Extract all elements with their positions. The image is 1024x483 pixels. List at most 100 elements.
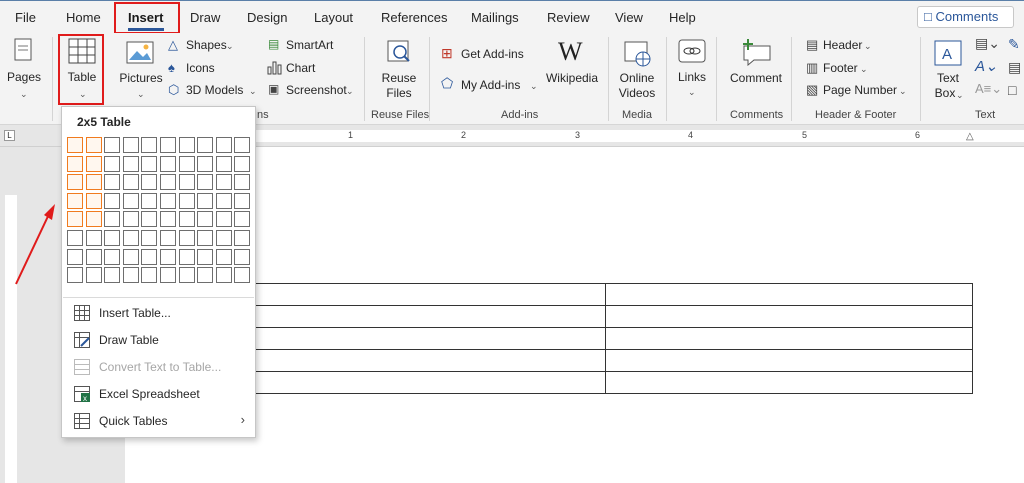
- grid-cell[interactable]: [178, 211, 195, 228]
- grid-cell[interactable]: [215, 174, 232, 191]
- grid-cell[interactable]: [104, 137, 121, 153]
- wordart-icon[interactable]: A⌄: [975, 57, 998, 75]
- grid-cell[interactable]: [215, 230, 232, 246]
- grid-cell[interactable]: [234, 192, 251, 209]
- grid-cell[interactable]: [141, 248, 158, 265]
- comments-button[interactable]: □ Comments: [917, 6, 1014, 28]
- grid-cell[interactable]: [67, 174, 83, 191]
- grid-cell[interactable]: [178, 192, 195, 209]
- table-cell[interactable]: [605, 371, 973, 394]
- right-indent-marker[interactable]: △: [966, 131, 974, 142]
- grid-cell[interactable]: [234, 155, 251, 172]
- grid-cell[interactable]: [141, 155, 158, 172]
- grid-cell[interactable]: [67, 211, 83, 228]
- grid-cell[interactable]: [197, 174, 214, 191]
- table-cell[interactable]: [605, 327, 973, 350]
- grid-cell[interactable]: [178, 174, 195, 191]
- grid-cell[interactable]: [85, 267, 102, 284]
- grid-cell[interactable]: [234, 137, 251, 153]
- grid-cell[interactable]: [122, 211, 139, 228]
- date-time-icon[interactable]: ▤: [1008, 59, 1021, 76]
- quick-parts-icon[interactable]: ▤⌄: [975, 35, 1000, 52]
- grid-cell[interactable]: [85, 230, 102, 246]
- grid-cell[interactable]: [160, 230, 176, 246]
- grid-cell[interactable]: [197, 155, 214, 172]
- tab-draw[interactable]: Draw: [190, 10, 220, 25]
- grid-cell[interactable]: [104, 248, 121, 265]
- grid-cell[interactable]: [178, 230, 195, 246]
- tab-selector[interactable]: L: [4, 130, 15, 141]
- grid-cell[interactable]: [215, 137, 232, 153]
- grid-cell[interactable]: [215, 248, 232, 265]
- grid-cell[interactable]: [160, 137, 176, 153]
- grid-cell[interactable]: [160, 192, 176, 209]
- grid-cell[interactable]: [234, 211, 251, 228]
- drop-cap-icon[interactable]: A≡⌄: [975, 81, 1002, 97]
- quick-tables-menu-item[interactable]: Quick Tables ›: [62, 408, 255, 435]
- tab-layout[interactable]: Layout: [314, 10, 353, 25]
- grid-cell[interactable]: [234, 174, 251, 191]
- grid-cell[interactable]: [67, 137, 83, 153]
- grid-cell[interactable]: [234, 248, 251, 265]
- grid-cell[interactable]: [104, 267, 121, 284]
- grid-cell[interactable]: [234, 230, 251, 246]
- grid-cell[interactable]: [215, 267, 232, 284]
- document-table[interactable]: [238, 283, 973, 394]
- table-cell[interactable]: [605, 349, 973, 372]
- grid-cell[interactable]: [215, 192, 232, 209]
- table-cell[interactable]: [605, 283, 973, 306]
- grid-cell[interactable]: [197, 230, 214, 246]
- grid-cell[interactable]: [67, 230, 83, 246]
- grid-cell[interactable]: [160, 211, 176, 228]
- table-cell[interactable]: [238, 371, 606, 394]
- grid-cell[interactable]: [67, 267, 83, 284]
- grid-cell[interactable]: [122, 230, 139, 246]
- tab-file[interactable]: File: [15, 10, 36, 25]
- table-cell[interactable]: [605, 305, 973, 328]
- grid-cell[interactable]: [178, 155, 195, 172]
- grid-cell[interactable]: [160, 174, 176, 191]
- grid-cell[interactable]: [104, 174, 121, 191]
- excel-spreadsheet-menu-item[interactable]: x Excel Spreadsheet: [62, 381, 255, 408]
- insert-table-menu-item[interactable]: Insert Table...: [62, 300, 255, 327]
- grid-cell[interactable]: [215, 155, 232, 172]
- grid-cell[interactable]: [160, 155, 176, 172]
- grid-cell[interactable]: [160, 248, 176, 265]
- tab-view[interactable]: View: [615, 10, 643, 25]
- grid-cell[interactable]: [85, 248, 102, 265]
- grid-cell[interactable]: [104, 230, 121, 246]
- draw-table-menu-item[interactable]: Draw Table: [62, 327, 255, 354]
- grid-cell[interactable]: [104, 155, 121, 172]
- grid-cell[interactable]: [67, 248, 83, 265]
- table-cell[interactable]: [238, 283, 606, 306]
- tab-mailings[interactable]: Mailings: [471, 10, 519, 25]
- grid-cell[interactable]: [85, 155, 102, 172]
- grid-cell[interactable]: [197, 267, 214, 284]
- grid-cell[interactable]: [104, 211, 121, 228]
- table-cell[interactable]: [238, 305, 606, 328]
- tab-references[interactable]: References: [381, 10, 447, 25]
- grid-cell[interactable]: [197, 137, 214, 153]
- grid-cell[interactable]: [122, 174, 139, 191]
- grid-cell[interactable]: [178, 137, 195, 153]
- grid-cell[interactable]: [197, 248, 214, 265]
- tab-design[interactable]: Design: [247, 10, 287, 25]
- grid-cell[interactable]: [197, 211, 214, 228]
- grid-cell[interactable]: [141, 267, 158, 284]
- grid-cell[interactable]: [122, 267, 139, 284]
- tab-review[interactable]: Review: [547, 10, 590, 25]
- table-cell[interactable]: [238, 349, 606, 372]
- grid-cell[interactable]: [122, 192, 139, 209]
- grid-cell[interactable]: [122, 248, 139, 265]
- grid-cell[interactable]: [178, 248, 195, 265]
- grid-cell[interactable]: [141, 137, 158, 153]
- object-icon[interactable]: □: [1008, 82, 1016, 98]
- grid-cell[interactable]: [85, 211, 102, 228]
- grid-cell[interactable]: [67, 192, 83, 209]
- grid-cell[interactable]: [160, 267, 176, 284]
- grid-cell[interactable]: [178, 267, 195, 284]
- grid-cell[interactable]: [197, 192, 214, 209]
- grid-cell[interactable]: [104, 192, 121, 209]
- grid-cell[interactable]: [215, 211, 232, 228]
- grid-cell[interactable]: [141, 230, 158, 246]
